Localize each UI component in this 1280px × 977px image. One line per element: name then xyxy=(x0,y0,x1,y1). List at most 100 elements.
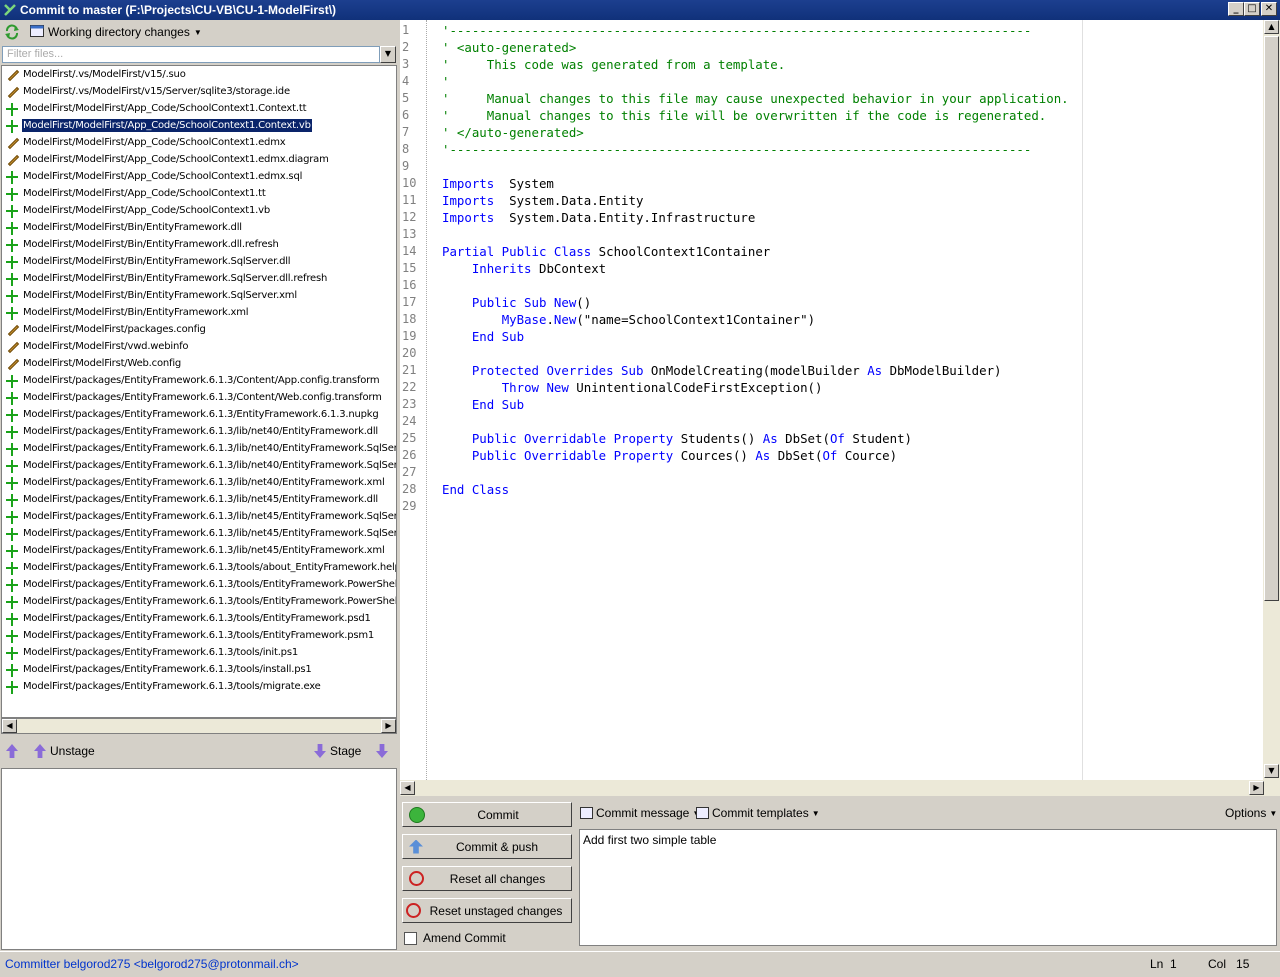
filter-dropdown-button[interactable]: ▼ xyxy=(380,46,396,63)
added-plus-icon xyxy=(5,442,19,456)
close-button[interactable]: ✕ xyxy=(1261,2,1277,16)
line-number: 13 xyxy=(402,227,417,241)
file-list-item[interactable]: ModelFirst/packages/EntityFramework.6.1.… xyxy=(2,406,396,423)
column-indicator: Col 15 xyxy=(1208,957,1249,971)
arrow-down-icon xyxy=(314,744,326,758)
code-keyword: As xyxy=(762,431,778,446)
added-plus-icon xyxy=(5,204,19,218)
stage-all-button[interactable] xyxy=(376,744,388,758)
file-list-item[interactable]: ModelFirst/packages/EntityFramework.6.1.… xyxy=(2,661,396,678)
file-list-item[interactable]: ModelFirst/packages/EntityFramework.6.1.… xyxy=(2,610,396,627)
file-list-item[interactable]: ModelFirst/packages/EntityFramework.6.1.… xyxy=(2,627,396,644)
unstage-button[interactable]: Unstage xyxy=(34,744,95,758)
commit-button[interactable]: Commit xyxy=(402,802,572,827)
code-text: . xyxy=(546,312,554,327)
commit-templates-dropdown[interactable]: Commit templates ▼ xyxy=(696,806,820,820)
file-list-item[interactable]: ModelFirst/ModelFirst/Bin/EntityFramewor… xyxy=(2,270,396,287)
reset-all-button[interactable]: Reset all changes xyxy=(402,866,572,891)
title-bar: Commit to master (F:\Projects\CU-VB\CU-1… xyxy=(0,0,1280,20)
file-list-item[interactable]: ModelFirst/packages/EntityFramework.6.1.… xyxy=(2,491,396,508)
line-number: 20 xyxy=(402,346,417,360)
file-list-item[interactable]: ModelFirst/packages/EntityFramework.6.1.… xyxy=(2,525,396,542)
file-list-item[interactable]: ModelFirst/ModelFirst/App_Code/SchoolCon… xyxy=(2,151,396,168)
reset-icon xyxy=(409,871,424,886)
window-icon xyxy=(30,24,44,40)
file-list-item[interactable]: ModelFirst/packages/EntityFramework.6.1.… xyxy=(2,372,396,389)
file-list-item[interactable]: ModelFirst/packages/EntityFramework.6.1.… xyxy=(2,678,396,695)
refresh-icon[interactable] xyxy=(4,24,20,43)
file-list-item[interactable]: ModelFirst/ModelFirst/App_Code/SchoolCon… xyxy=(2,168,396,185)
file-list-item[interactable]: ModelFirst/ModelFirst/Web.config xyxy=(2,355,396,372)
working-directory-dropdown[interactable]: Working directory changes ▼ xyxy=(30,23,202,41)
stage-label: Stage xyxy=(330,744,362,758)
file-list-item[interactable]: ModelFirst/ModelFirst/Bin/EntityFramewor… xyxy=(2,253,396,270)
code-line: Public Sub New() xyxy=(442,294,591,311)
scroll-left-button[interactable]: ◀ xyxy=(2,719,17,733)
file-list-item[interactable]: ModelFirst/ModelFirst/App_Code/SchoolCon… xyxy=(2,100,396,117)
file-list-item[interactable]: ModelFirst/ModelFirst/packages.config xyxy=(2,321,396,338)
unstaged-file-list[interactable]: ModelFirst/.vs/ModelFirst/v15/.suo ModelF… xyxy=(1,65,397,718)
amend-commit-checkbox[interactable]: Amend Commit xyxy=(404,931,506,945)
code-line: End Class xyxy=(442,481,509,498)
file-list-item[interactable]: ModelFirst/ModelFirst/Bin/EntityFramewor… xyxy=(2,304,396,321)
modified-pencil-icon xyxy=(5,357,19,371)
file-path: ModelFirst/ModelFirst/Bin/EntityFramewor… xyxy=(23,222,242,233)
file-list-item[interactable]: ModelFirst/packages/EntityFramework.6.1.… xyxy=(2,593,396,610)
modified-pencil-icon xyxy=(5,85,19,99)
scroll-right-button[interactable]: ▶ xyxy=(1249,781,1264,795)
code-keyword: Of xyxy=(822,448,838,463)
file-list-item[interactable]: ModelFirst/packages/EntityFramework.6.1.… xyxy=(2,559,396,576)
reset-unstaged-button[interactable]: Reset unstaged changes xyxy=(402,898,572,923)
editor-horizontal-scrollbar[interactable]: ◀ ▶ xyxy=(400,780,1280,796)
file-list-item[interactable]: ModelFirst/ModelFirst/Bin/EntityFramewor… xyxy=(2,287,396,304)
code-text: OnModelCreating(modelBuilder xyxy=(643,363,868,378)
file-list-item[interactable]: ModelFirst/packages/EntityFramework.6.1.… xyxy=(2,508,396,525)
file-list-item[interactable]: ModelFirst/ModelFirst/Bin/EntityFramewor… xyxy=(2,219,396,236)
stage-button[interactable]: Stage xyxy=(314,744,361,758)
file-list-horizontal-scrollbar[interactable]: ◀ ▶ xyxy=(1,718,397,734)
file-path: ModelFirst/ModelFirst/App_Code/SchoolCon… xyxy=(22,119,312,132)
file-list-item[interactable]: ModelFirst/packages/EntityFramework.6.1.… xyxy=(2,644,396,661)
file-path: ModelFirst/ModelFirst/Bin/EntityFramewor… xyxy=(23,290,297,301)
editor-vertical-scrollbar[interactable]: ▲ ▼ xyxy=(1263,20,1280,780)
diff-viewer[interactable]: 1 2 3 4 5 6 7 8 9 10 11 12 13 14 15 16 17 18 19 20 21 22 23 24 2… xyxy=(400,20,1280,780)
added-plus-icon xyxy=(5,102,19,116)
file-list-item[interactable]: ModelFirst/packages/EntityFramework.6.1.… xyxy=(2,474,396,491)
file-list-item[interactable]: ModelFirst/packages/EntityFramework.6.1.… xyxy=(2,389,396,406)
staged-file-list[interactable] xyxy=(1,768,397,950)
checkbox-icon[interactable] xyxy=(404,931,417,945)
options-dropdown[interactable]: Options ▼ xyxy=(1225,806,1277,820)
commit-push-button[interactable]: Commit & push xyxy=(402,834,572,859)
line-number: 14 xyxy=(402,244,417,258)
commit-message-dropdown[interactable]: Commit message ▼ xyxy=(580,806,700,820)
file-list-item[interactable]: ModelFirst/ModelFirst/App_Code/SchoolCon… xyxy=(2,185,396,202)
file-list-item[interactable]: ModelFirst/packages/EntityFramework.6.1.… xyxy=(2,440,396,457)
code-keyword: End Sub xyxy=(471,397,525,412)
scroll-right-button[interactable]: ▶ xyxy=(381,719,396,733)
scroll-up-button[interactable]: ▲ xyxy=(1264,20,1279,34)
file-list-item[interactable]: ModelFirst/.vs/ModelFirst/v15/.suo xyxy=(2,66,396,83)
scroll-down-button[interactable]: ▼ xyxy=(1264,764,1279,778)
file-list-item[interactable]: ModelFirst/packages/EntityFramework.6.1.… xyxy=(2,457,396,474)
file-list-item[interactable]: ModelFirst/ModelFirst/App_Code/SchoolCon… xyxy=(2,202,396,219)
minimize-button[interactable]: _ xyxy=(1228,2,1244,16)
file-list-item[interactable]: ModelFirst/.vs/ModelFirst/v15/Server/sql… xyxy=(2,83,396,100)
file-list-item[interactable]: ModelFirst/packages/EntityFramework.6.1.… xyxy=(2,542,396,559)
maximize-button[interactable]: □ xyxy=(1244,2,1260,16)
file-list-item[interactable]: ModelFirst/ModelFirst/App_Code/SchoolCon… xyxy=(2,117,396,134)
scroll-left-button[interactable]: ◀ xyxy=(400,781,415,795)
unstage-all-button[interactable] xyxy=(6,744,18,758)
file-list-item[interactable]: ModelFirst/ModelFirst/Bin/EntityFramewor… xyxy=(2,236,396,253)
window-title: Commit to master (F:\Projects\CU-VB\CU-1… xyxy=(20,3,337,17)
file-list-item[interactable]: ModelFirst/ModelFirst/vwd.webinfo xyxy=(2,338,396,355)
file-list-item[interactable]: ModelFirst/ModelFirst/App_Code/SchoolCon… xyxy=(2,134,396,151)
committer-link[interactable]: Committer belgorod275 <belgorod275@proto… xyxy=(5,957,299,971)
line-number: 19 xyxy=(402,329,417,343)
scroll-thumb[interactable] xyxy=(1264,36,1279,601)
filter-files-input[interactable]: Filter files... xyxy=(2,46,380,63)
commit-message-input[interactable]: Add first two simple table xyxy=(579,829,1277,946)
code-comment: '---------------------------------------… xyxy=(442,142,1032,157)
file-list-item[interactable]: ModelFirst/packages/EntityFramework.6.1.… xyxy=(2,423,396,440)
file-list-item[interactable]: ModelFirst/packages/EntityFramework.6.1.… xyxy=(2,576,396,593)
